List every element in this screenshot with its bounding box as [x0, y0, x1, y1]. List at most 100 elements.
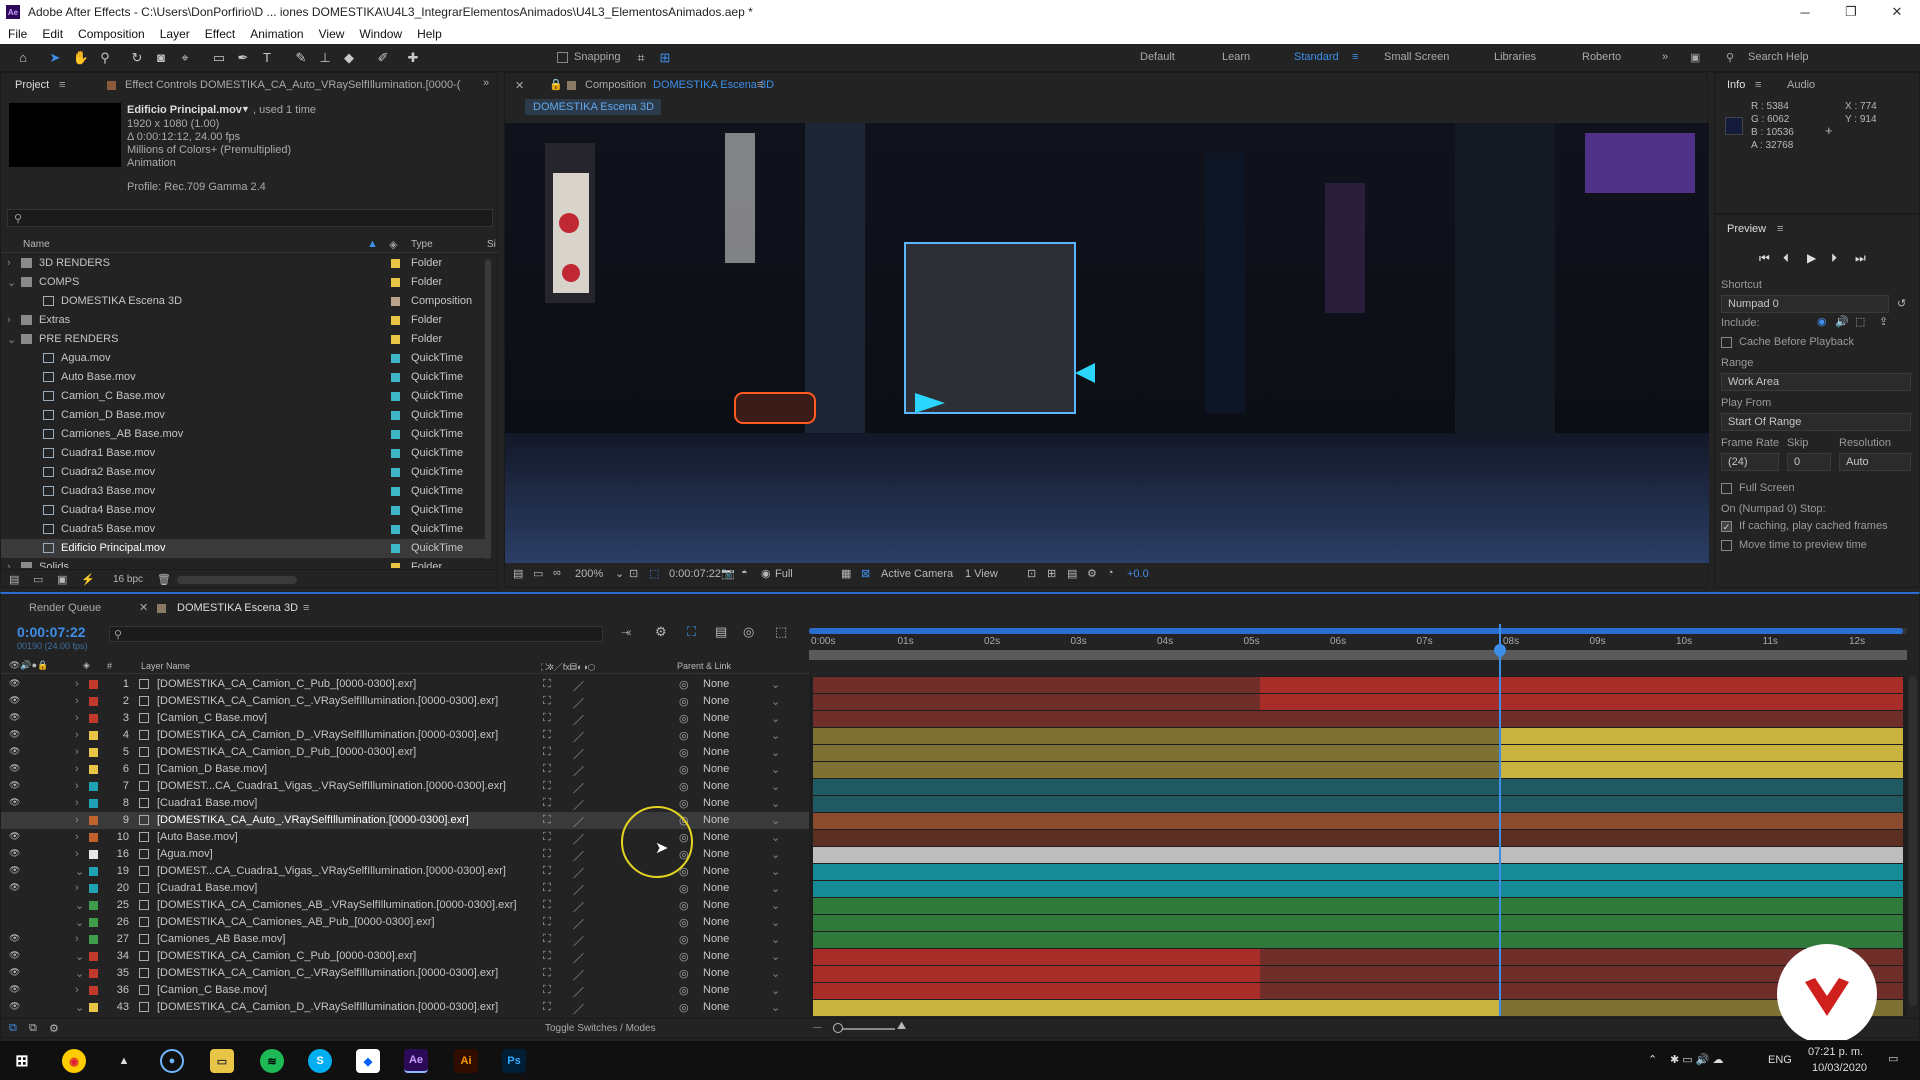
label-color-swatch[interactable] [391, 335, 400, 344]
layer-name[interactable]: [DOMESTIKA_CA_Camion_C_.VRaySelfIllumina… [157, 695, 498, 707]
quality-switch-icon[interactable]: ／ [573, 916, 584, 932]
minimize-button[interactable]: ─ [1782, 0, 1828, 24]
pickwhip-icon[interactable]: ◎ [679, 899, 689, 912]
workspace-libraries[interactable]: Libraries [1494, 51, 1536, 63]
quality-switch-icon[interactable]: ／ [573, 1001, 584, 1016]
lock-icon[interactable]: 🔒 [549, 78, 563, 91]
quality-switch-icon[interactable]: ／ [573, 848, 584, 864]
quality-switch-icon[interactable]: ／ [573, 729, 584, 745]
shy-switch-icon[interactable]: ⛶ [543, 780, 551, 793]
snapping-checkbox[interactable] [557, 52, 568, 63]
shy-switch-icon[interactable]: ⛶ [543, 729, 551, 742]
parent-dropdown-arrow-icon[interactable]: ⌄ [771, 933, 780, 946]
layer-duration-bar[interactable] [813, 694, 1903, 710]
parent-dropdown-arrow-icon[interactable]: ⌄ [771, 882, 780, 895]
layer-name[interactable]: [Camion_D Base.mov] [157, 763, 267, 775]
project-item[interactable]: Agua.mov QuickTime [1, 349, 491, 368]
project-item[interactable]: › Solids Folder [1, 558, 491, 568]
layer-label-swatch[interactable] [89, 918, 98, 927]
timeline-scrollbar[interactable] [1909, 676, 1917, 1006]
menu-file[interactable]: File [8, 27, 27, 41]
tab-effect-controls[interactable]: Effect Controls DOMESTIKA_CA_Auto_VRaySe… [125, 79, 460, 91]
quality-switch-icon[interactable]: ／ [573, 967, 584, 983]
tray-arrow-icon[interactable]: ⌃ [1648, 1053, 1657, 1066]
shy-switch-icon[interactable]: ⛶ [543, 695, 551, 708]
frame-rate-dropdown[interactable]: (24) [1721, 453, 1779, 471]
toggle-pixel-aspect-icon[interactable]: ⊡ [1027, 567, 1036, 580]
layer-name[interactable]: [DOMESTIKA_CA_Camiones_AB_Pub_[0000-0300… [157, 916, 435, 928]
comp-flow-tab[interactable]: DOMESTIKA Escena 3D [525, 99, 661, 115]
layer-row[interactable]: 👁 › 2 [DOMESTIKA_CA_Camion_C_.VRaySelfIllum… [1, 693, 809, 710]
layer-duration-bar[interactable] [813, 796, 1903, 812]
layer-row[interactable]: ⌄ 26 [DOMESTIKA_CA_Camiones_AB_Pub_[0000-0… [1, 914, 809, 931]
parent-dropdown[interactable]: None [703, 865, 729, 877]
eye-icon[interactable]: 👁 [9, 882, 20, 893]
layer-row[interactable]: 👁 › 36 [Camion_C Base.mov] ⛶ ／ ◎ None ⌄ [1, 982, 809, 999]
column-type[interactable]: Type [411, 239, 433, 250]
draft-3d-icon[interactable]: ⚙ [655, 624, 667, 640]
layer-row[interactable]: 👁 ⌄ 34 [DOMESTIKA_CA_Camion_C_Pub_[0000-030… [1, 948, 809, 965]
pickwhip-icon[interactable]: ◎ [679, 1001, 689, 1014]
layer-expand-icon[interactable]: › [75, 729, 79, 741]
layer-name[interactable]: [DOMESTIKA_CA_Camion_D_.VRaySelfIllumina… [157, 729, 498, 741]
eye-icon[interactable]: 👁 [9, 1001, 20, 1012]
column-size[interactable]: Si [487, 239, 496, 250]
photoshop-icon[interactable]: Ps [502, 1049, 526, 1073]
layer-label-swatch[interactable] [89, 850, 98, 859]
column-parent-link[interactable]: Parent & Link [677, 661, 731, 671]
rectangle-tool-icon[interactable]: ▭ [210, 49, 228, 67]
layer-row[interactable]: ⌄ 25 [DOMESTIKA_CA_Camiones_AB_.VRaySelfIl… [1, 897, 809, 914]
shy-switch-icon[interactable]: ⛶ [543, 899, 551, 912]
layer-label-swatch[interactable] [89, 680, 98, 689]
pickwhip-icon[interactable]: ◎ [679, 984, 689, 997]
pickwhip-icon[interactable]: ◎ [679, 916, 689, 929]
timeline-icon[interactable]: ▤ [1067, 567, 1077, 580]
tab-render-queue[interactable]: Render Queue [29, 602, 101, 614]
eye-icon[interactable]: 👁 [9, 933, 20, 944]
layer-row[interactable]: 👁 › 8 [Cuadra1 Base.mov] ⛶ ／ ◎ None ⌄ [1, 795, 809, 812]
in-out-icon[interactable]: ⚙ [49, 1022, 59, 1035]
resolution-dropdown[interactable]: Auto [1839, 453, 1911, 471]
safe-zones-icon[interactable]: ⊡ [629, 567, 638, 580]
layer-name[interactable]: [Camion_C Base.mov] [157, 712, 267, 724]
layer-expand-icon[interactable]: ⌄ [75, 1001, 84, 1014]
layer-expand-icon[interactable]: › [75, 814, 79, 826]
column-layer-name[interactable]: Layer Name [141, 661, 190, 671]
first-frame-icon[interactable]: ⏮ [1759, 251, 1770, 266]
file-explorer-icon[interactable]: ▭ [210, 1049, 234, 1073]
pickwhip-icon[interactable]: ◎ [679, 882, 689, 895]
layer-label-swatch[interactable] [89, 782, 98, 791]
track-area[interactable] [809, 676, 1907, 1016]
label-color-swatch[interactable] [391, 449, 400, 458]
eye-icon[interactable]: 👁 [9, 780, 20, 791]
layer-duration-bar[interactable] [813, 898, 1903, 914]
layer-duration-bar[interactable] [813, 932, 1903, 948]
layer-label-swatch[interactable] [89, 833, 98, 842]
project-item[interactable]: Cuadra1 Base.mov QuickTime [1, 444, 491, 463]
project-item[interactable]: › Extras Folder [1, 311, 491, 330]
menu-window[interactable]: Window [359, 27, 402, 41]
workspace-small-screen[interactable]: Small Screen [1384, 51, 1449, 63]
pickwhip-icon[interactable]: ◎ [679, 695, 689, 708]
eye-icon[interactable]: 👁 [9, 967, 20, 978]
layer-name[interactable]: [DOMEST...CA_Cuadra1_Vigas_.VRaySelfIllu… [157, 865, 506, 877]
preview-menu-icon[interactable]: ≡ [1777, 223, 1783, 235]
project-item[interactable]: DOMESTIKA Escena 3D Composition [1, 292, 491, 311]
layer-duration-bar[interactable] [813, 949, 1903, 965]
layer-label-swatch[interactable] [89, 765, 98, 774]
play-icon[interactable]: ▶ [1807, 251, 1816, 265]
layer-duration-bar[interactable] [813, 830, 1903, 846]
layer-name[interactable]: [DOMESTIKA_CA_Camion_C_Pub_[0000-0300].e… [157, 950, 416, 962]
parent-dropdown-arrow-icon[interactable]: ⌄ [771, 746, 780, 759]
reset-shortcut-icon[interactable]: ↺ [1897, 297, 1906, 310]
rotate-tool-icon[interactable]: ↻ [128, 49, 146, 67]
skype-icon[interactable]: S [308, 1049, 332, 1073]
if-caching-checkbox[interactable]: ✓ [1721, 521, 1732, 532]
project-item[interactable]: Camion_D Base.mov QuickTime [1, 406, 491, 425]
shy-switch-icon[interactable]: ⛶ [543, 933, 551, 946]
shy-switch-icon[interactable]: ⛶ [543, 814, 551, 827]
tab-info[interactable]: Info [1727, 79, 1745, 91]
menu-edit[interactable]: Edit [42, 27, 63, 41]
snap-options-icon[interactable]: ⌗ [632, 49, 650, 67]
motion-blur-icon[interactable]: ◎ [743, 624, 754, 640]
